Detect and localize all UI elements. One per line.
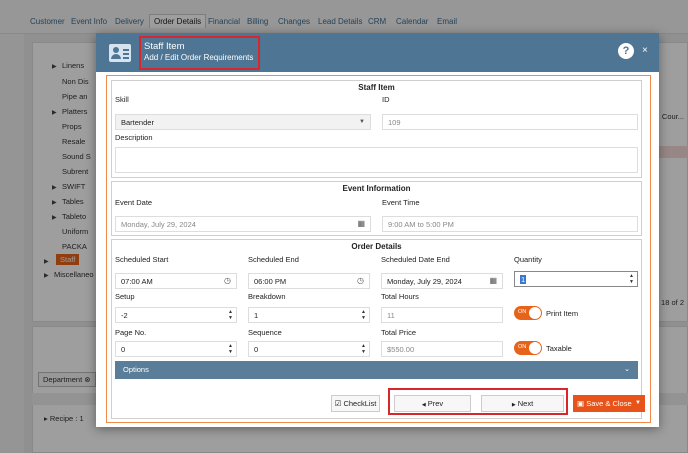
section-title: Staff Item <box>358 83 395 92</box>
arrow-right-icon: ▶ <box>511 402 516 408</box>
dialog-body: Staff Item Skill Bartender ▼ ID 109 Desc… <box>106 75 651 423</box>
id-label: ID <box>382 95 390 104</box>
quantity-label: Quantity <box>514 255 542 264</box>
page-no-label: Page No. <box>115 328 147 337</box>
print-item-toggle[interactable]: ON <box>514 306 542 320</box>
staff-item-dialog: Staff Item Add / Edit Order Requirements… <box>96 33 659 427</box>
event-time-label: Event Time <box>382 198 420 207</box>
setup-label: Setup <box>115 292 135 301</box>
event-info-section: Event Information Event Date Monday, Jul… <box>111 181 642 236</box>
checklist-button[interactable]: ☑ CheckList <box>331 395 380 412</box>
print-item-label: Print Item <box>546 309 579 318</box>
event-time-field: 9:00 AM to 5:00 PM <box>382 216 638 232</box>
taxable-label: Taxable <box>546 344 572 353</box>
taxable-toggle[interactable]: ON <box>514 341 542 355</box>
save-close-button[interactable]: ▣ Save & Close ▼ <box>573 395 645 412</box>
total-hours-label: Total Hours <box>381 292 419 301</box>
dialog-title: Staff Item <box>144 41 185 52</box>
description-field[interactable] <box>115 147 638 173</box>
help-icon[interactable]: ? <box>618 43 634 59</box>
description-label: Description <box>115 133 153 142</box>
staff-card-icon <box>109 44 131 62</box>
dialog-header: Staff Item Add / Edit Order Requirements… <box>96 33 659 72</box>
breakdown-stepper[interactable]: 1 ▲ ▼ <box>248 307 370 323</box>
clock-icon[interactable]: ◷ <box>224 276 231 285</box>
checklist-icon: ☑ <box>334 399 342 408</box>
skill-label: Skill <box>115 95 129 104</box>
next-button[interactable]: ▶ Next <box>481 395 564 412</box>
spinner-icon[interactable]: ▲ ▼ <box>629 273 634 285</box>
page-no-stepper[interactable]: 0 ▲ ▼ <box>115 341 237 357</box>
skill-select[interactable]: Bartender ▼ <box>115 114 371 130</box>
spinner-icon[interactable]: ▲ ▼ <box>361 343 366 355</box>
event-date-label: Event Date <box>115 198 153 207</box>
spinner-icon[interactable]: ▲ ▼ <box>228 343 233 355</box>
scheduled-end-field[interactable]: 06:00 PM ◷ <box>248 273 370 289</box>
sequence-stepper[interactable]: 0 ▲ ▼ <box>248 341 370 357</box>
chevron-down-icon: ▼ <box>359 119 365 125</box>
close-icon[interactable]: × <box>642 45 648 56</box>
scheduled-end-label: Scheduled End <box>248 255 299 264</box>
section-title: Order Details <box>351 242 402 251</box>
clock-icon[interactable]: ◷ <box>357 276 364 285</box>
scheduled-start-field[interactable]: 07:00 AM ◷ <box>115 273 237 289</box>
total-price-field: $550.00 <box>381 341 503 357</box>
total-hours-field: 11 <box>381 307 503 323</box>
save-icon: ▣ <box>577 399 585 408</box>
calendar-icon[interactable]: ▦ <box>489 276 497 285</box>
setup-stepper[interactable]: -2 ▲ ▼ <box>115 307 237 323</box>
scheduled-start-label: Scheduled Start <box>115 255 169 264</box>
breakdown-label: Breakdown <box>248 292 286 301</box>
scheduled-date-end-label: Scheduled Date End <box>381 255 450 264</box>
staff-item-section: Staff Item Skill Bartender ▼ ID 109 Desc… <box>111 80 642 178</box>
chevron-down-icon: ⌄ <box>624 366 630 373</box>
event-date-field: Monday, July 29, 2024 ▦ <box>115 216 371 232</box>
sequence-label: Sequence <box>248 328 282 337</box>
id-field: 109 <box>382 114 638 130</box>
calendar-icon: ▦ <box>357 219 365 228</box>
scheduled-date-end-field[interactable]: Monday, July 29, 2024 ▦ <box>381 273 503 289</box>
caret-down-icon[interactable]: ▼ <box>635 395 641 412</box>
spinner-icon[interactable]: ▲ ▼ <box>361 309 366 321</box>
spinner-icon[interactable]: ▲ ▼ <box>228 309 233 321</box>
options-bar[interactable]: Options ⌄ <box>115 361 638 379</box>
prev-button[interactable]: ◀ Prev <box>394 395 471 412</box>
options-label: Options <box>123 365 149 374</box>
dialog-subtitle: Add / Edit Order Requirements <box>144 53 254 62</box>
quantity-stepper[interactable]: 1 ▲ ▼ <box>514 271 638 287</box>
arrow-left-icon: ◀ <box>421 402 426 408</box>
section-title: Event Information <box>342 184 411 193</box>
total-price-label: Total Price <box>381 328 417 337</box>
